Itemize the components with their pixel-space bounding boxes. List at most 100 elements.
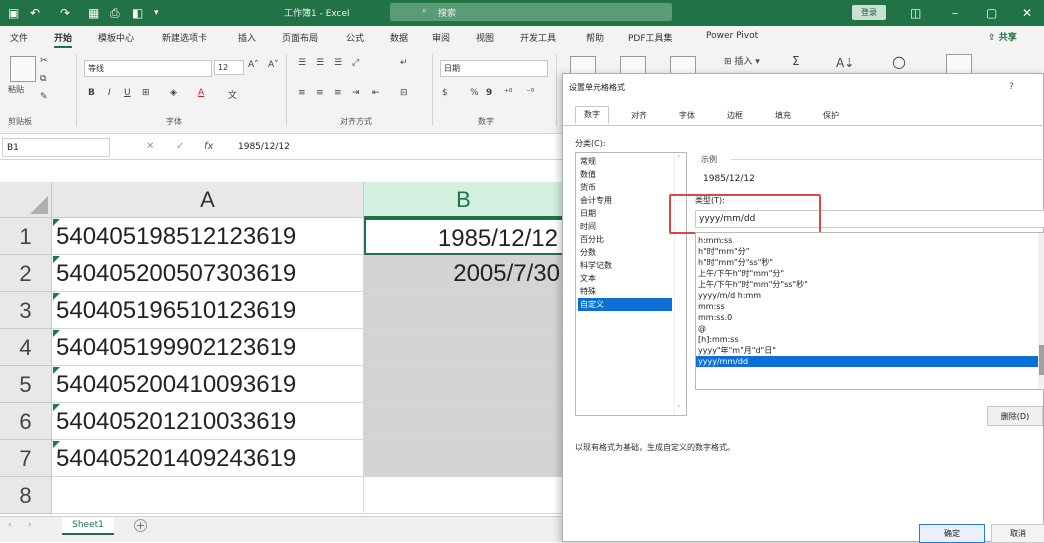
outdent-icon[interactable]: ⇤ [372,88,380,98]
format-item[interactable]: @ [696,323,1040,334]
increase-decimal-icon[interactable]: ⁺⁰ [504,88,512,98]
cut-icon[interactable]: ✂ [40,56,48,66]
accounting-icon[interactable]: $ [442,88,448,98]
row-header[interactable]: 4 [0,329,52,366]
align-middle-icon[interactable]: ☰ [316,58,324,68]
format-item[interactable]: 上午/下午h"时"mm"分" [696,268,1040,279]
tab-font[interactable]: 字体 [671,108,703,126]
increase-font-icon[interactable]: A˄ [248,60,259,70]
format-item[interactable]: h"时"mm"分" [696,246,1040,257]
menu-formulas[interactable]: 公式 [346,31,364,44]
cell-b8[interactable] [364,477,564,514]
cell-a6[interactable]: 540405201210033619 [52,403,364,440]
category-scrollbar[interactable]: ˄ ˅ [674,153,686,415]
format-item[interactable]: mm:ss [696,301,1040,312]
category-custom[interactable]: 自定义 [578,298,672,311]
menu-pdf-tools[interactable]: PDF工具集 [628,31,673,44]
cell-a7[interactable]: 540405201409243619 [52,440,364,477]
cell-a4[interactable]: 540405199902123619 [52,329,364,366]
print-icon[interactable]: ⎙ [110,5,120,21]
number-format-box[interactable]: 日期 [440,60,548,77]
cell-b7[interactable] [364,440,564,477]
category-list[interactable]: 常规 数值 货币 会计专用 日期 时间 百分比 分数 科学记数 文本 特殊 自定… [575,152,687,416]
percent-button[interactable]: % [470,88,479,98]
find-icon[interactable]: ○ [892,52,906,71]
align-top-icon[interactable]: ☰ [298,58,306,68]
row-header[interactable]: 7 [0,440,52,477]
row-header[interactable]: 8 [0,477,52,514]
bold-button[interactable]: B [88,88,95,98]
dropdown-icon[interactable]: ▾ [154,5,159,21]
format-item-selected[interactable]: yyyy/mm/dd [696,356,1040,367]
delete-button[interactable]: 删除(D) [987,406,1043,426]
insert-button[interactable]: ⊞ 插入 ▾ [724,54,760,67]
format-list[interactable]: h:mm:ss h"时"mm"分" h"时"mm"分"ss"秒" 上午/下午h"… [695,232,1044,390]
close-icon[interactable]: ✕ [1022,5,1032,21]
help-button[interactable]: ? [1009,82,1014,92]
undo-icon[interactable]: ↶ [30,5,40,21]
cancel-button[interactable]: 取消 [991,524,1044,543]
category-accounting[interactable]: 会计专用 [578,194,672,207]
cell-a3[interactable]: 540405196510123619 [52,292,364,329]
merge-icon[interactable]: ⊟ [400,88,408,98]
cell-b1[interactable]: 1985/12/12 [364,218,564,255]
format-scrollbar[interactable] [1038,233,1044,389]
format-item[interactable]: yyyy"年"m"月"d"日" [696,345,1040,356]
cell-b6[interactable] [364,403,564,440]
share-button[interactable]: ⇪ 共享 [988,30,1017,43]
decrease-font-icon[interactable]: A˅ [268,60,279,70]
format-item[interactable]: mm:ss.0 [696,312,1040,323]
maximize-icon[interactable]: ▢ [986,5,997,21]
cell-b5[interactable] [364,366,564,403]
font-color-icon[interactable]: A [198,88,204,98]
row-header[interactable]: 3 [0,292,52,329]
paste-icon[interactable] [10,56,36,82]
align-bottom-icon[interactable]: ☰ [334,58,342,68]
insert-function-button[interactable]: fx [204,141,213,152]
column-header-a[interactable]: A [52,182,364,218]
comma-button[interactable]: 9 [486,88,492,98]
tab-fill[interactable]: 填充 [767,108,799,126]
italic-button[interactable]: I [108,88,111,98]
next-sheet-icon[interactable]: › [28,520,32,530]
cell-a5[interactable]: 540405200410093619 [52,366,364,403]
autosum-button[interactable]: Σ [792,54,800,68]
align-right-icon[interactable]: ≡ [334,88,342,98]
orientation-icon[interactable]: ⤢ [352,58,359,68]
scroll-down-icon[interactable]: ˅ [677,405,681,413]
menu-help[interactable]: 帮助 [586,31,604,44]
menu-insert[interactable]: 插入 [238,31,256,44]
cancel-entry-icon[interactable]: ✕ [146,141,154,152]
login-button[interactable]: 登录 [852,5,886,20]
cell-a1[interactable]: 540405198512123619 [52,218,364,255]
align-left-icon[interactable]: ≡ [298,88,306,98]
format-item[interactable]: h:mm:ss [696,235,1040,246]
prev-sheet-icon[interactable]: ‹ [8,520,12,530]
cell-a2[interactable]: 540405200507303619 [52,255,364,292]
decrease-decimal-icon[interactable]: ⁻⁰ [526,88,534,98]
ok-button[interactable]: 确定 [919,524,985,543]
cell-b3[interactable] [364,292,564,329]
format-item[interactable]: h"时"mm"分"ss"秒" [696,257,1040,268]
menu-template[interactable]: 模板中心 [98,31,134,44]
category-percentage[interactable]: 百分比 [578,233,672,246]
row-header[interactable]: 2 [0,255,52,292]
category-text[interactable]: 文本 [578,272,672,285]
cell-a8[interactable] [52,477,364,514]
row-header[interactable]: 6 [0,403,52,440]
underline-button[interactable]: U [124,88,131,98]
name-box[interactable]: B1 [2,138,110,157]
formula-input[interactable]: 1985/12/12 [238,142,290,152]
menu-home[interactable]: 开始 [54,31,73,48]
menu-file[interactable]: 文件 [10,31,28,44]
select-all-corner[interactable] [0,182,52,218]
menu-view[interactable]: 视图 [476,31,494,44]
category-currency[interactable]: 货币 [578,181,672,194]
sheet-tab-sheet1[interactable]: Sheet1 [62,517,114,535]
fill-color-icon[interactable]: ◈ [170,88,177,98]
tab-border[interactable]: 边框 [719,108,751,126]
copy-icon[interactable]: ⧉ [40,74,46,84]
category-number[interactable]: 数值 [578,168,672,181]
category-special[interactable]: 特殊 [578,285,672,298]
save-icon[interactable]: ▣ [8,5,19,21]
